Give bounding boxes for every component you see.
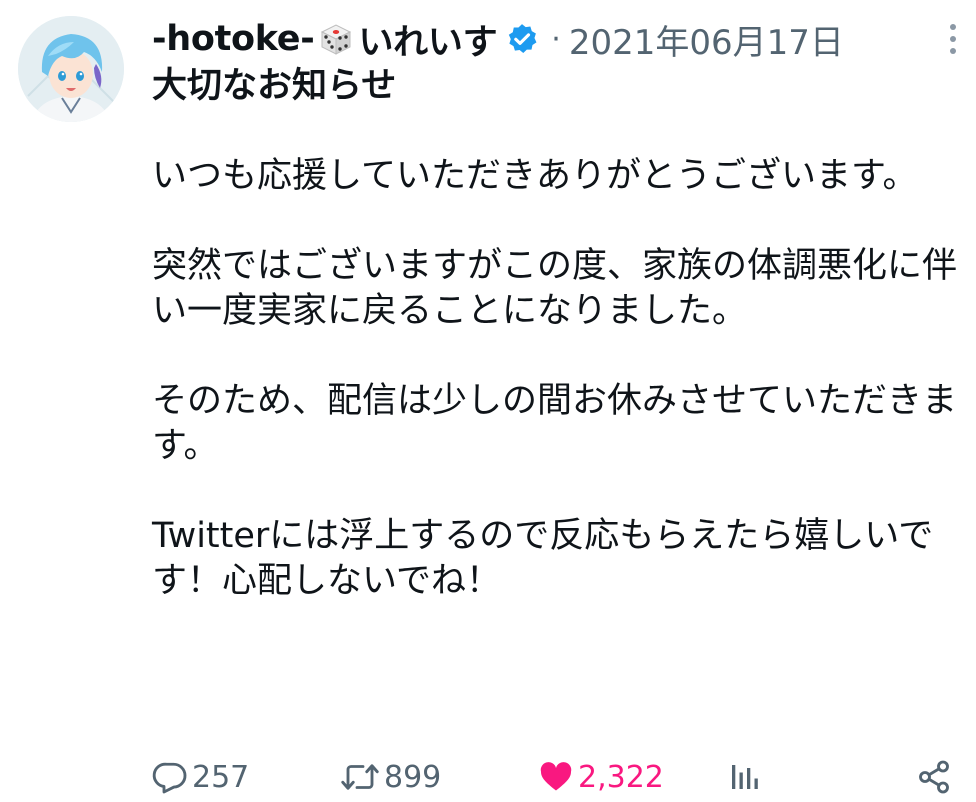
tweet-card: -hotoke- いれいす · 2021年06月17日 大切なお知らせ いつも応… bbox=[0, 0, 976, 802]
tweet-timestamp[interactable]: 2021年06月17日 bbox=[569, 15, 844, 64]
retweet-button[interactable]: 899 bbox=[340, 752, 441, 802]
verified-badge-icon bbox=[509, 24, 537, 54]
tweet-body: 大切なお知らせ いつも応援していただきありがとうございます。 突然ではございます… bbox=[152, 64, 962, 604]
tweet-actions: 257 899 2,322 bbox=[152, 752, 952, 802]
tweet-paragraph-4: Twitterには浮上するので反応もらえたら嬉しいです！心配しないでね！ bbox=[152, 516, 934, 601]
retweet-count: 899 bbox=[384, 759, 442, 795]
like-count: 2,322 bbox=[578, 759, 664, 795]
share-icon bbox=[919, 760, 949, 794]
views-button[interactable] bbox=[726, 752, 766, 802]
display-name-suffix: いれいす bbox=[358, 22, 498, 63]
share-button[interactable] bbox=[916, 752, 956, 802]
tweet-paragraph-1: いつも応援していただきありがとうございます。 bbox=[152, 156, 918, 196]
separator-dot: · bbox=[551, 21, 561, 57]
tweet-paragraph-3: そのため、配信は少しの間お休みさせていただきます。 bbox=[152, 381, 958, 466]
avatar-image bbox=[18, 16, 124, 122]
tweet-header: -hotoke- いれいす · 2021年06月17日 bbox=[152, 14, 844, 64]
reply-icon bbox=[152, 762, 187, 794]
avatar[interactable] bbox=[18, 16, 124, 122]
more-options-icon[interactable] bbox=[948, 22, 958, 56]
retweet-icon bbox=[341, 764, 379, 790]
author-name[interactable]: -hotoke- いれいす bbox=[152, 14, 539, 65]
like-icon bbox=[540, 762, 572, 791]
display-name-prefix: -hotoke- bbox=[152, 19, 315, 59]
tweet-title: 大切なお知らせ bbox=[152, 66, 397, 106]
dice-emoji-icon bbox=[321, 24, 352, 55]
reply-button[interactable]: 257 bbox=[152, 752, 249, 802]
reply-count: 257 bbox=[192, 759, 250, 795]
views-icon bbox=[732, 765, 758, 789]
like-button[interactable]: 2,322 bbox=[538, 752, 664, 802]
tweet-paragraph-2: 突然ではございますがこの度、家族の体調悪化に伴い一度実家に戻ることになりました。 bbox=[152, 246, 958, 331]
